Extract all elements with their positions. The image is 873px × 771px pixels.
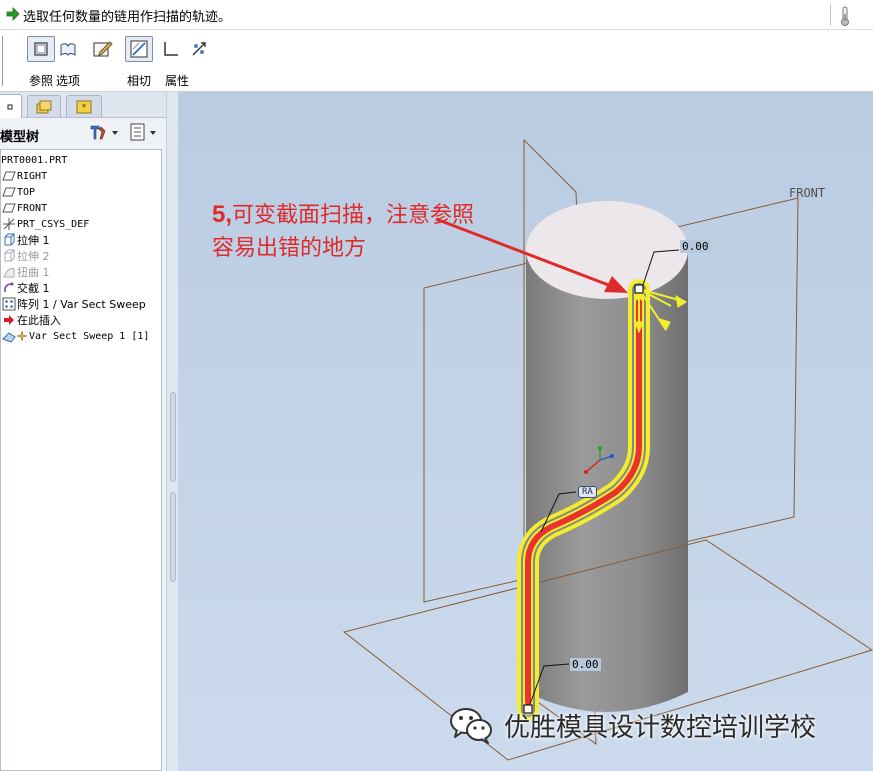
tree-item-pattern-1[interactable]: 阵列 1 / Var Sect Sweep [1,296,146,312]
navigator-panel: * 模型树 PRT0001.PRT RIGHT TOP FRONT PRT_CS… [0,92,166,771]
tree-item-part[interactable]: PRT0001.PRT [1,152,67,168]
watermark-text: 优胜模具设计数控培训学校 [504,712,817,743]
tree-item-label: Var Sect Sweep 1 [1] [29,330,150,342]
tree-item-label: PRT_CSYS_DEF [17,218,90,230]
tree-item-label: FRONT [17,202,48,214]
message-text: 选取任何数量的链用作扫描的轨迹。 [23,10,232,25]
favorites-icon: * [76,100,92,113]
watermark: 优胜模具设计数控培训学校 [448,702,816,748]
datum-plane-icon [1,185,17,199]
model-tree-tools [88,122,161,146]
model-tree-header: 模型树 [0,119,166,147]
tree-item-label: 拉伸 1 [17,234,50,247]
tree-item-label: 阵列 1 / Var Sect Sweep [17,298,146,311]
tab-folder-browser[interactable] [27,95,61,117]
tree-settings-icon[interactable] [88,122,122,142]
extrude-icon [1,233,17,247]
origin-tag[interactable]: RA [578,486,597,498]
annotation-number: 5, [212,201,233,228]
annotation-text: 5,可变截面扫描，注意参照 容易出错的地方 [212,198,592,265]
tree-item-label: 交截 1 [17,282,50,295]
thermometer-icon[interactable] [838,5,852,27]
tree-item-label: RIGHT [17,170,48,182]
datum-plane-icon [1,169,17,183]
sketcher-icon [93,41,113,57]
tangency-icon [125,36,153,62]
wechat-icon [450,708,492,744]
dashboard-divider [2,36,3,86]
tree-show-icon[interactable] [127,122,161,142]
model-graphics [342,138,873,761]
model-tree-title: 模型树 [0,130,40,145]
warp-icon [1,265,17,279]
dimension-bottom-value[interactable]: 0.00 [570,658,601,671]
tree-item-var-sect-sweep[interactable]: Var Sect Sweep 1 [1] [1,328,149,344]
graphics-viewport[interactable]: FRONT 5,可变截面扫描，注意参照 容易出错的地方 0.00 0.00 RA… [166,92,873,771]
message-bar: 选取任何数量的链用作扫描的轨迹。 [0,0,873,30]
dimension-top-value[interactable]: 0.00 [680,240,711,253]
tree-item-label: 在此插入 [17,314,61,327]
csys-icon [1,217,17,231]
annotation-line-1: 可变截面扫描，注意参照 [232,203,475,228]
tree-tab-icon [7,104,13,109]
tree-item-top[interactable]: TOP [1,184,35,200]
svg-text:*: * [82,103,87,113]
annotation-line-2: 容易出错的地方 [212,236,367,261]
datum-plane-icon [1,201,17,215]
options-icon [54,36,82,62]
intersect-icon [1,281,17,295]
tree-item-insert-here[interactable]: 在此插入 [1,312,61,328]
sketcher-button[interactable] [89,36,117,62]
message-arrow-icon [6,7,20,21]
extrude-icon [1,249,17,263]
remove-material-button[interactable] [185,36,213,62]
options-label: 选项 [55,74,80,88]
cylinder-body[interactable] [526,201,688,712]
tree-item-warp-1[interactable]: 扭曲 1 [1,264,50,280]
sash-grip-lower[interactable] [170,492,176,582]
tab-model-tree[interactable] [0,94,22,118]
panel-sash[interactable] [166,92,178,771]
navigator-tabs: * [0,92,166,118]
tree-item-label: 扭曲 1 [17,266,50,279]
options-tab[interactable]: 选项 [44,36,92,89]
tree-item-label: PRT0001.PRT [1,154,68,166]
tree-item-csys[interactable]: PRT_CSYS_DEF [1,216,89,232]
tree-item-extrude-2[interactable]: 拉伸 2 [1,248,50,264]
sash-grip-upper[interactable] [170,392,176,482]
tree-item-label: TOP [17,186,36,198]
remove-material-icon [192,42,206,56]
datum-front-label: FRONT [789,186,826,200]
model-tree: PRT0001.PRT RIGHT TOP FRONT PRT_CSYS_DEF… [0,149,162,771]
start-point-marker[interactable] [634,284,644,294]
var-sect-sweep-icon [1,329,29,343]
tree-item-right[interactable]: RIGHT [1,168,47,184]
tab-favorites[interactable]: * [66,95,102,117]
tree-item-extrude-1[interactable]: 拉伸 1 [1,232,50,248]
folder-icon [36,100,52,113]
insert-here-icon [1,313,17,327]
message-separator [830,4,831,26]
tree-item-label: 拉伸 2 [17,250,50,263]
tree-item-front[interactable]: FRONT [1,200,47,216]
pattern-icon [1,297,17,311]
feature-dashboard: 参照 选项 相切 属性 [0,30,873,92]
properties-label: 属性 [164,74,189,88]
tree-item-intersect-1[interactable]: 交截 1 [1,280,50,296]
